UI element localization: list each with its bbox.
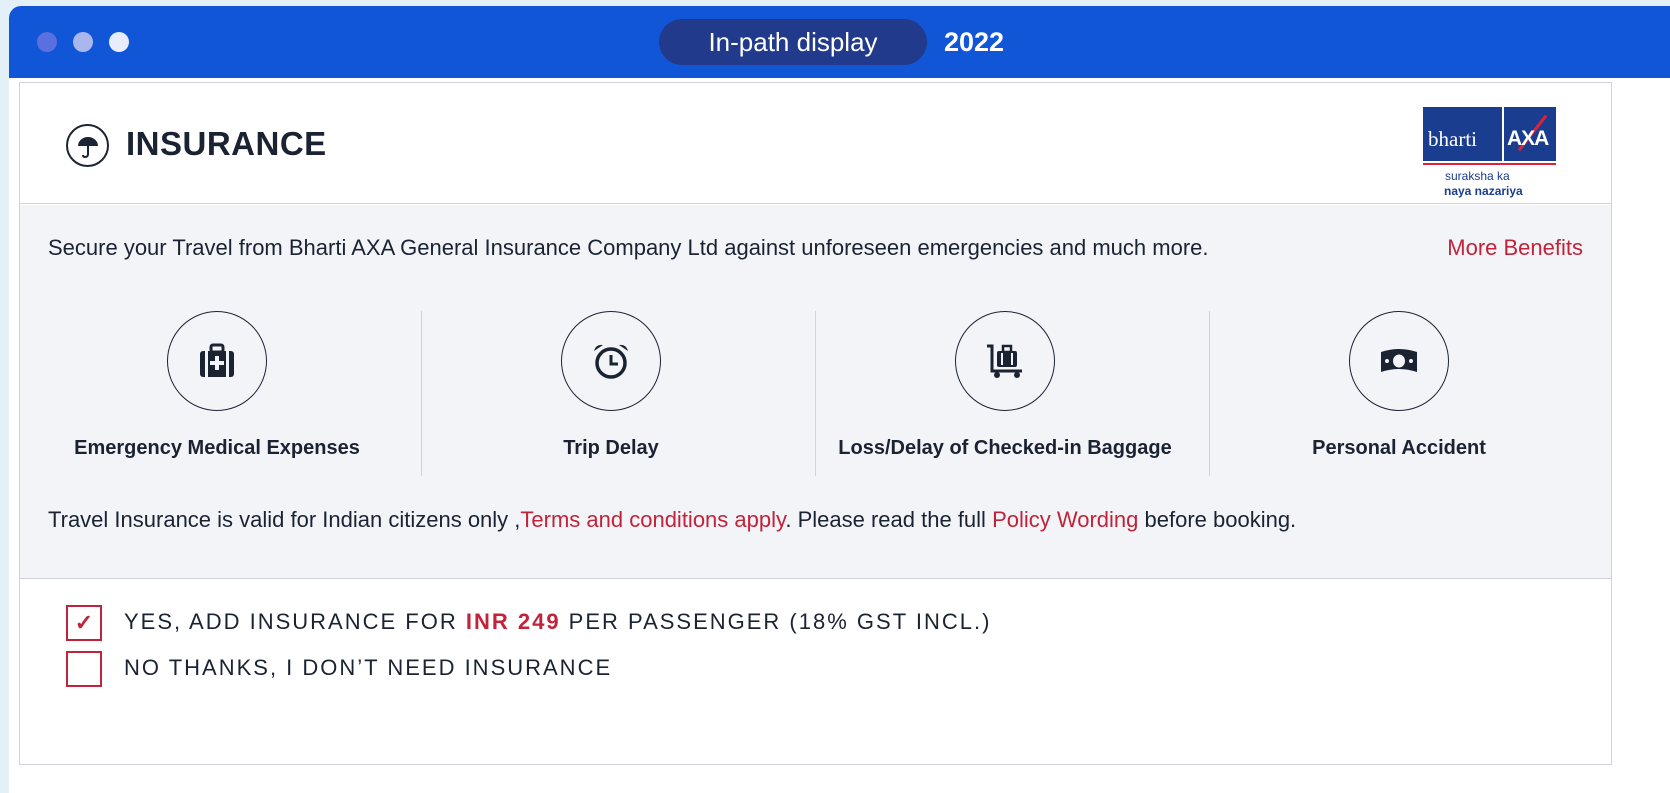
benefit-label: Loss/Delay of Checked-in Baggage — [838, 437, 1172, 459]
intro-text: Secure your Travel from Bharti AXA Gener… — [48, 235, 1209, 260]
add-insurance-suffix: PER PASSENGER (18% GST INCL.) — [560, 609, 992, 634]
year-label: 2022 — [944, 27, 1005, 57]
logo-tagline-2: naya nazariya — [1444, 184, 1523, 198]
more-benefits-link[interactable]: More Benefits — [1447, 235, 1583, 261]
umbrella-icon — [66, 124, 109, 167]
benefit-label: Personal Accident — [1312, 437, 1486, 459]
benefit-trip-delay: Trip Delay — [414, 311, 808, 471]
insurance-header: INSURANCE bharti AXA suraksha ka naya na… — [20, 83, 1611, 204]
validity-text: Travel Insurance is valid for Indian cit… — [48, 507, 1296, 533]
add-insurance-label: YES, ADD INSURANCE FOR INR 249 PER PASSE… — [124, 609, 991, 635]
logo-brand-right: AXA — [1507, 127, 1549, 150]
decline-insurance-checkbox[interactable] — [66, 651, 102, 687]
validity-middle: . Please read the full — [785, 507, 993, 532]
benefit-label: Emergency Medical Expenses — [74, 437, 360, 459]
decline-insurance-label: NO THANKS, I DON’T NEED INSURANCE — [124, 655, 613, 680]
money-icon — [1349, 311, 1449, 411]
add-insurance-checkbox[interactable]: ✓ — [66, 605, 102, 641]
bharti-axa-logo: bharti AXA suraksha ka naya nazariya — [1423, 107, 1556, 198]
logo-underline — [1423, 163, 1556, 165]
window: In-path display 2022 INSURANCE bharti AX… — [9, 6, 1670, 793]
logo-tagline-1: suraksha ka — [1445, 169, 1510, 183]
benefit-emergency-medical: Emergency Medical Expenses — [20, 311, 414, 471]
benefit-label: Trip Delay — [563, 437, 659, 459]
insurance-price: INR 249 — [465, 609, 561, 634]
benefit-baggage: Loss/Delay of Checked-in Baggage — [808, 311, 1202, 471]
logo-divider — [1502, 107, 1504, 161]
baggage-cart-icon — [955, 311, 1055, 411]
window-dot-3[interactable] — [109, 32, 129, 52]
logo-brand-left: bharti — [1428, 127, 1477, 151]
terms-link[interactable]: Terms and conditions apply — [520, 507, 785, 532]
window-dot-1[interactable] — [37, 32, 57, 52]
add-insurance-prefix: YES, ADD INSURANCE FOR — [124, 609, 466, 634]
benefits-panel: Secure your Travel from Bharti AXA Gener… — [20, 205, 1611, 579]
policy-wording-link[interactable]: Policy Wording — [992, 507, 1138, 532]
in-path-display-pill: In-path display — [659, 19, 927, 65]
validity-prefix: Travel Insurance is valid for Indian cit… — [48, 507, 521, 532]
logo-box: bharti AXA — [1423, 107, 1556, 161]
title-bar: In-path display 2022 — [9, 6, 1670, 78]
medical-kit-icon — [167, 311, 267, 411]
page-title: INSURANCE — [126, 125, 327, 162]
check-mark-icon: ✓ — [74, 610, 94, 635]
benefit-personal-accident: Personal Accident — [1202, 311, 1596, 471]
insurance-card: INSURANCE bharti AXA suraksha ka naya na… — [19, 82, 1612, 765]
alarm-clock-icon — [561, 311, 661, 411]
window-dot-2[interactable] — [73, 32, 93, 52]
validity-suffix: before booking. — [1138, 507, 1297, 532]
